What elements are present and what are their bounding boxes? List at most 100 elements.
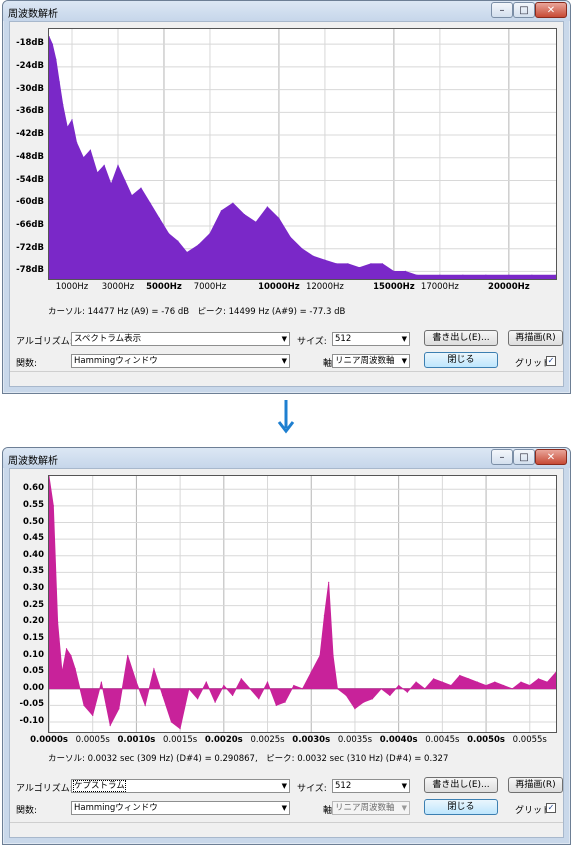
data-point bbox=[52, 505, 54, 507]
data-point bbox=[450, 684, 452, 687]
data-point bbox=[66, 126, 68, 129]
x-tick-label: 0.0045s bbox=[425, 735, 460, 745]
x-tick-label: 17000Hz bbox=[420, 282, 459, 292]
axis-select[interactable]: リニア周波数軸 ▼ bbox=[332, 354, 410, 368]
data-point bbox=[55, 58, 57, 60]
maximize-icon: □ bbox=[519, 5, 529, 16]
data-point bbox=[214, 701, 216, 703]
data-point bbox=[162, 694, 164, 696]
title-bar[interactable]: 周波数解析 – □ ✕ bbox=[3, 1, 570, 21]
data-point bbox=[324, 259, 326, 261]
size-select[interactable]: 512 ▼ bbox=[332, 332, 410, 346]
x-tick-label: 0.0005s bbox=[75, 735, 110, 745]
data-point bbox=[354, 708, 356, 710]
data-point bbox=[416, 274, 418, 276]
x-tick-label: 0.0055s bbox=[512, 735, 547, 745]
close-window-button[interactable]: ✕ bbox=[535, 2, 567, 18]
status-bar bbox=[10, 822, 563, 837]
data-point bbox=[335, 263, 337, 265]
cepstrum-plot[interactable] bbox=[48, 475, 557, 733]
y-tick-label: -54dB bbox=[16, 174, 44, 185]
data-point bbox=[258, 698, 260, 700]
y-tick-label: 0.60 bbox=[23, 483, 44, 494]
data-point bbox=[71, 119, 73, 121]
data-point bbox=[249, 688, 251, 690]
minimize-button[interactable]: – bbox=[491, 2, 513, 18]
minimize-button[interactable]: – bbox=[491, 449, 513, 465]
data-point bbox=[144, 704, 146, 706]
function-value: Hammingウィンドウ bbox=[74, 356, 158, 366]
data-point bbox=[149, 202, 151, 204]
size-value: 512 bbox=[335, 334, 352, 344]
function-select[interactable]: Hammingウィンドウ ▼ bbox=[71, 354, 290, 368]
grid-checkbox[interactable]: ✓ bbox=[546, 803, 556, 813]
window-title: 周波数解析 bbox=[8, 9, 58, 20]
data-point bbox=[266, 681, 269, 683]
x-tick-label: 5000Hz bbox=[146, 282, 182, 292]
x-tick-label: 12000Hz bbox=[305, 282, 344, 292]
close-icon: ✕ bbox=[546, 5, 556, 16]
y-tick-label: -72dB bbox=[16, 242, 44, 253]
y-tick-label: 0.55 bbox=[23, 499, 44, 510]
minimize-icon: – bbox=[499, 5, 505, 16]
data-point bbox=[494, 681, 496, 683]
data-point bbox=[127, 654, 129, 657]
data-point bbox=[332, 654, 334, 657]
data-point bbox=[92, 714, 94, 716]
title-bar[interactable]: 周波数解析 – □ ✕ bbox=[3, 448, 570, 468]
check-icon: ✓ bbox=[547, 803, 555, 812]
data-point bbox=[232, 694, 234, 696]
data-point bbox=[284, 701, 286, 703]
y-tick-label: -78dB bbox=[16, 265, 44, 276]
data-point bbox=[508, 274, 510, 276]
algorithm-select[interactable]: ケプストラム ▼ bbox=[71, 779, 290, 793]
data-point bbox=[57, 621, 59, 623]
data-point bbox=[103, 164, 105, 166]
data-point bbox=[546, 681, 548, 683]
replot-button[interactable]: 再描画(R) bbox=[508, 330, 563, 346]
data-point bbox=[186, 251, 188, 254]
x-tick-label: 10000Hz bbox=[258, 282, 300, 292]
export-button[interactable]: 書き出し(E)... bbox=[424, 777, 498, 793]
y-tick-label: -18dB bbox=[16, 38, 44, 49]
data-point bbox=[89, 149, 91, 151]
export-button[interactable]: 書き出し(E)... bbox=[424, 330, 498, 346]
algorithm-label: アルゴリズム: bbox=[16, 337, 73, 347]
y-tick-label: 0.20 bbox=[23, 616, 44, 627]
data-point bbox=[110, 183, 112, 185]
close-button[interactable]: 閉じる bbox=[424, 352, 498, 368]
data-point bbox=[398, 684, 400, 687]
close-button[interactable]: 閉じる bbox=[424, 799, 498, 815]
chevron-down-icon: ▼ bbox=[401, 357, 407, 365]
replot-button[interactable]: 再描画(R) bbox=[508, 777, 563, 793]
algorithm-value: スペクトラム表示 bbox=[74, 334, 142, 344]
data-point bbox=[170, 721, 172, 723]
data-point bbox=[511, 688, 513, 690]
close-icon: ✕ bbox=[546, 452, 556, 463]
grid-checkbox[interactable]: ✓ bbox=[546, 356, 556, 366]
data-point bbox=[158, 217, 160, 219]
x-tick-label: 0.0015s bbox=[163, 735, 198, 745]
close-window-button[interactable]: ✕ bbox=[535, 449, 567, 465]
cepstrum-window: 周波数解析 – □ ✕ 0.60 0.55 0.50 0.45 0.40 0.35 0.30… bbox=[2, 447, 571, 845]
size-select[interactable]: 512 ▼ bbox=[332, 779, 410, 793]
y-tick-label: 0.50 bbox=[23, 516, 44, 527]
data-point bbox=[220, 210, 222, 212]
data-point bbox=[370, 263, 372, 265]
chevron-down-icon: ▼ bbox=[401, 782, 407, 790]
y-tick-label: 0.10 bbox=[23, 649, 44, 660]
data-point bbox=[537, 678, 540, 680]
data-point bbox=[358, 267, 360, 269]
algorithm-value: ケプストラム bbox=[73, 780, 126, 792]
maximize-button[interactable]: □ bbox=[513, 2, 535, 18]
chevron-down-icon: ▼ bbox=[281, 335, 287, 343]
algorithm-select[interactable]: スペクトラム表示 ▼ bbox=[71, 332, 290, 346]
y-tick-label: 0.25 bbox=[23, 599, 44, 610]
function-select[interactable]: Hammingウィンドウ ▼ bbox=[71, 801, 290, 815]
spectrum-plot[interactable] bbox=[48, 28, 557, 280]
chevron-down-icon: ▼ bbox=[281, 804, 287, 812]
y-tick-label: -42dB bbox=[16, 129, 44, 140]
x-tick-label: 3000Hz bbox=[101, 282, 135, 292]
data-point bbox=[485, 684, 487, 687]
maximize-button[interactable]: □ bbox=[513, 449, 535, 465]
